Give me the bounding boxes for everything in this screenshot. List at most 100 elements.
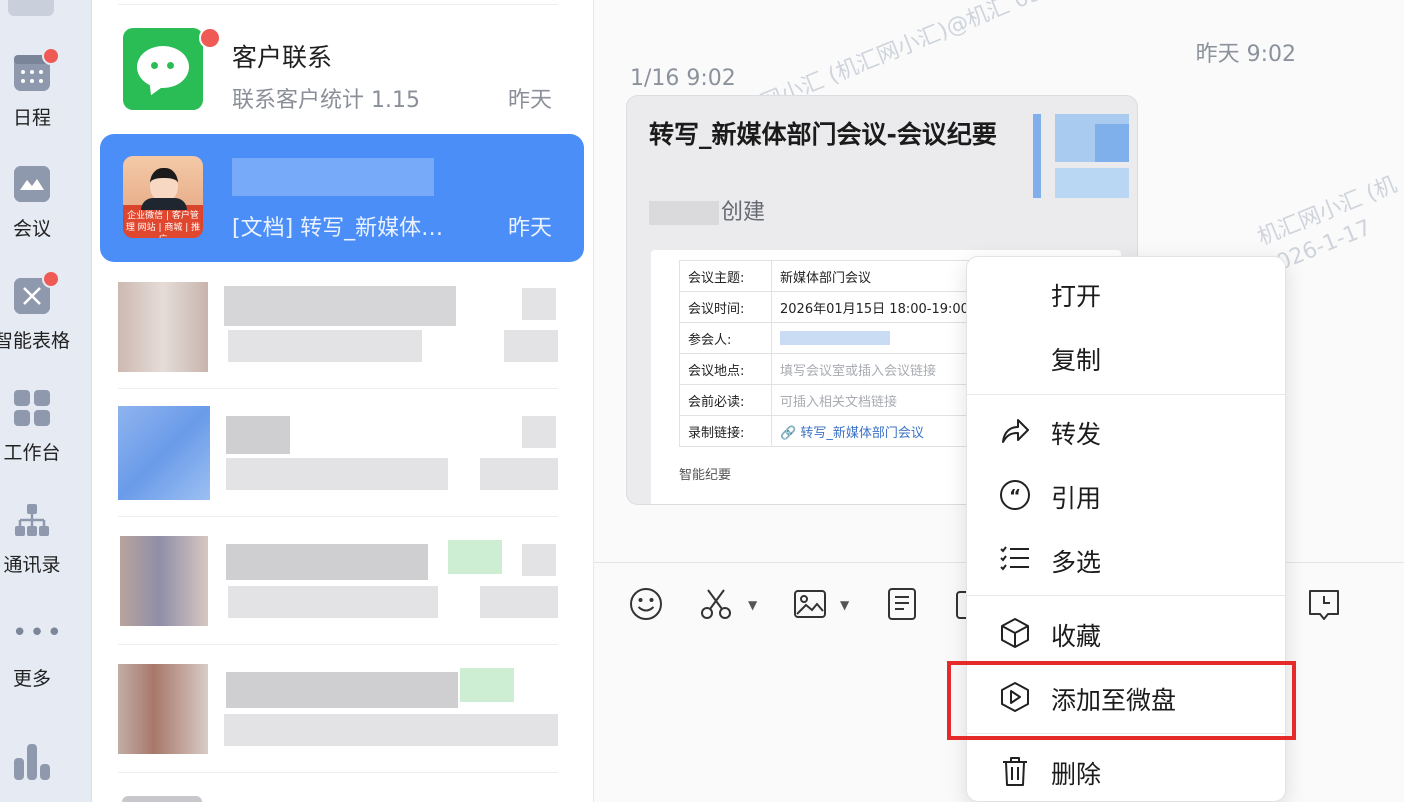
list-separator xyxy=(118,516,558,517)
menu-item-label: 复制 xyxy=(1051,346,1102,375)
workbench-icon xyxy=(14,390,50,426)
blurred-preview xyxy=(228,586,438,618)
cube-icon xyxy=(999,617,1031,649)
blurred-meta xyxy=(504,330,558,362)
calendar-icon xyxy=(14,47,60,91)
nav-label-more: 更多 xyxy=(12,668,51,690)
meeting-icon xyxy=(14,166,50,202)
blurred-avatar xyxy=(118,406,210,500)
message-timestamp: 昨天 9:02 xyxy=(1195,42,1296,67)
blurred-time xyxy=(522,544,556,576)
blurred-preview xyxy=(226,458,448,490)
unread-badge xyxy=(199,27,221,49)
menu-item-label: 删除 xyxy=(1051,760,1102,789)
more-dots-icon[interactable]: ••• xyxy=(12,620,62,646)
menu-item-open[interactable]: 打开 xyxy=(967,263,1285,323)
nav-item-stats[interactable] xyxy=(0,744,92,780)
conversation-time: 昨天 xyxy=(507,216,552,241)
blurred-contact-name xyxy=(232,158,434,196)
chevron-down-icon[interactable]: ▼ xyxy=(840,598,849,612)
rail-top-item[interactable] xyxy=(8,0,54,16)
list-separator xyxy=(118,644,558,645)
conversation-item-selected[interactable]: 企业微信 | 客户管理 网站 | 商城 | 推广 [文档] 转写_新媒体… 昨天 xyxy=(100,134,584,262)
author-suffix: 创建 xyxy=(721,200,766,225)
blurred-title xyxy=(226,544,428,580)
quote-icon: “ xyxy=(999,479,1031,511)
menu-item-copy[interactable]: 复制 xyxy=(967,327,1285,387)
blurred-meta xyxy=(480,586,558,618)
smart-sheet-icon xyxy=(14,270,60,314)
blurred-avatar xyxy=(118,282,208,372)
nav-label-workbench: 工作台 xyxy=(3,442,61,464)
menu-item-label: 打开 xyxy=(1051,282,1102,311)
conversation-preview: 联系客户统计 1.15 xyxy=(232,88,420,113)
menu-item-favorite[interactable]: 收藏 xyxy=(967,603,1285,663)
nav-item-calendar[interactable]: 日程 xyxy=(0,47,92,129)
conversation-item-blurred[interactable] xyxy=(100,646,584,774)
blurred-meta xyxy=(480,458,558,490)
menu-item-label: 收藏 xyxy=(1051,622,1102,651)
nav-label-contacts: 通讯录 xyxy=(3,554,61,576)
conversation-list: 客户联系 联系客户统计 1.15 昨天 企业微信 | 客户管理 网站 | 商城 … xyxy=(92,0,594,802)
nav-item-workbench[interactable]: 工作台 xyxy=(0,390,92,464)
menu-item-label: 引用 xyxy=(1051,484,1102,513)
blurred-avatar xyxy=(120,536,208,626)
nav-rail: 日程 会议 智能表格 工作台 通讯录 ••• 更多 xyxy=(0,0,92,802)
nav-item-meeting[interactable]: 会议 xyxy=(0,166,92,240)
menu-item-delete[interactable]: 删除 xyxy=(967,741,1285,801)
chevron-down-icon[interactable]: ▼ xyxy=(748,598,757,612)
conversation-time: 昨天 xyxy=(507,88,552,113)
conversation-item-blurred[interactable] xyxy=(100,262,584,390)
blurred-attendees xyxy=(780,331,890,345)
menu-separator xyxy=(967,595,1285,596)
blurred-tag xyxy=(460,668,514,702)
menu-item-forward[interactable]: 转发 xyxy=(967,401,1285,461)
blurred-title xyxy=(226,672,458,708)
document-section-heading: 智能纪要 xyxy=(679,468,732,483)
blurred-meta xyxy=(480,714,558,746)
blurred-avatar xyxy=(122,796,202,802)
conversation-title: 客户联系 xyxy=(232,43,333,72)
blurred-time xyxy=(522,416,556,448)
conversation-item-blurred[interactable] xyxy=(100,390,584,518)
blurred-preview xyxy=(224,714,494,746)
document-title: 转写_新媒体部门会议-会议纪要 xyxy=(649,120,997,149)
screenshot-scissors-icon[interactable] xyxy=(698,586,734,622)
forward-icon xyxy=(999,415,1031,447)
list-separator xyxy=(118,772,558,773)
emoji-icon[interactable] xyxy=(628,586,664,622)
menu-item-label: 转发 xyxy=(1051,420,1102,449)
contact-avatar: 企业微信 | 客户管理 网站 | 商城 | 推广 xyxy=(123,156,203,238)
nav-label-meeting: 会议 xyxy=(12,218,51,240)
blurred-title xyxy=(226,416,290,454)
calendar-badge xyxy=(42,47,60,65)
document-thumbnail xyxy=(1033,114,1129,198)
multiselect-icon xyxy=(999,543,1031,575)
nav-label-calendar: 日程 xyxy=(12,107,51,129)
nav-item-contacts[interactable]: 通讯录 xyxy=(0,502,92,576)
smart-sheet-badge xyxy=(42,270,60,288)
avatar-badge-text: 企业微信 | 客户管理 网站 | 商城 | 推广 xyxy=(125,210,201,238)
blurred-tag xyxy=(448,540,502,574)
contacts-icon xyxy=(14,502,50,538)
nav-label-smart-sheet: 智能表格 xyxy=(0,330,70,352)
blurred-avatar xyxy=(118,664,208,754)
history-clock-icon[interactable] xyxy=(1306,586,1342,622)
message-timestamp: 1/16 9:02 xyxy=(630,66,736,91)
conversation-item-blurred[interactable] xyxy=(100,518,584,646)
image-icon[interactable] xyxy=(792,586,828,622)
stats-icon xyxy=(14,744,50,780)
wechat-avatar-icon xyxy=(123,28,203,110)
conversation-item-customer-contact[interactable]: 客户联系 联系客户统计 1.15 昨天 xyxy=(100,6,584,134)
document-icon[interactable] xyxy=(884,586,920,622)
list-separator xyxy=(118,4,558,5)
svg-text:“: “ xyxy=(1009,486,1021,507)
document-author: 创建 xyxy=(649,194,765,226)
menu-item-multiselect[interactable]: 多选 xyxy=(967,529,1285,589)
list-separator xyxy=(118,388,558,389)
trash-icon xyxy=(999,755,1031,787)
conversation-preview: [文档] 转写_新媒体… xyxy=(232,216,444,241)
blurred-author-name xyxy=(649,201,719,225)
nav-item-smart-sheet[interactable]: 智能表格 xyxy=(0,270,92,352)
menu-item-quote[interactable]: “ 引用 xyxy=(967,465,1285,525)
